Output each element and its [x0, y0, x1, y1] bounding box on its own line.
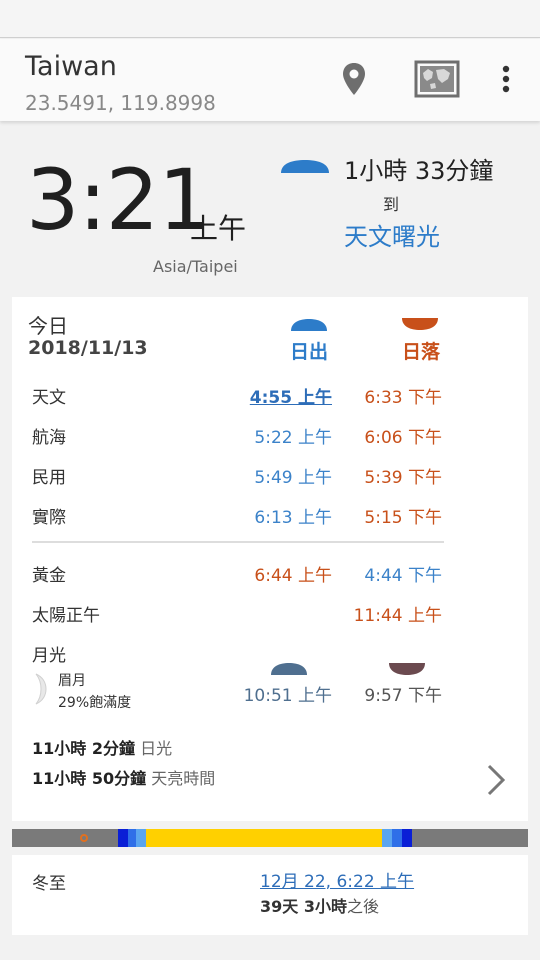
light-label: 天亮時間 [151, 769, 216, 788]
moonrise-time: 10:51 上午 [243, 686, 332, 706]
timeline-nautical-am [128, 829, 136, 847]
golden-evening-time: 4:44 下午 [364, 566, 442, 586]
season-countdown: 39天 3小時之後 [260, 893, 379, 917]
more-vert-icon[interactable] [498, 61, 514, 101]
chevron-right-icon[interactable] [485, 763, 507, 801]
astronomical-label: 天文 [32, 388, 66, 408]
timeline-astronomical-am [118, 829, 128, 847]
timeline-civil-pm [382, 829, 392, 847]
section-divider [32, 541, 444, 543]
moon-phase-name: 眉月 [58, 673, 86, 689]
actual-set-time: 5:15 下午 [364, 508, 442, 528]
map-icon[interactable] [414, 59, 460, 103]
astronomical-rise-time[interactable]: 4:55 上午 [212, 383, 332, 408]
light-length: 11小時 50分鐘 天亮時間 [32, 765, 215, 789]
next-season-card: 冬至 12月 22, 6:22 上午 39天 3小時之後 [12, 855, 528, 935]
sunrise-column-header: 日出 [290, 341, 329, 363]
today-label: 今日 [28, 314, 68, 338]
season-date[interactable]: 12月 22, 6:22 上午 [260, 867, 414, 892]
moon-illumination: 29%飽滿度 [58, 695, 132, 711]
season-label: 冬至 [32, 874, 66, 894]
sunset-icon [401, 316, 439, 335]
civil-set-time: 5:39 下午 [364, 468, 442, 488]
timeline-civil-am [136, 829, 146, 847]
countdown-to-label: 到 [383, 195, 400, 214]
sunrise-icon [290, 317, 328, 336]
sunrise-dome-icon [280, 159, 330, 179]
current-ampm: 上午 [190, 212, 247, 245]
moonset-icon [388, 661, 426, 680]
timeline-daylight [146, 829, 382, 847]
actual-rise-time: 6:13 上午 [254, 508, 332, 528]
moonset-time: 9:57 下午 [364, 686, 442, 706]
nautical-rise-time: 5:22 上午 [254, 428, 332, 448]
solar-noon-time: 11:44 上午 [353, 606, 442, 626]
daylight-label: 日光 [140, 739, 173, 758]
timeline-nautical-pm [392, 829, 402, 847]
daylight-length: 11小時 2分鐘 日光 [32, 735, 172, 759]
timezone-label: Asia/Taipei [153, 257, 238, 276]
solar-noon-label: 太陽正午 [32, 606, 100, 626]
day-timeline-bar [12, 829, 528, 847]
current-time-panel: 3:21 上午 Asia/Taipei 1小時 33分鐘 到 天文曙光 [0, 121, 540, 291]
current-time: 3:21 [26, 151, 212, 249]
nautical-set-time: 6:06 下午 [364, 428, 442, 448]
moon-phase-icon [34, 673, 48, 709]
season-suffix: 之後 [346, 897, 379, 916]
location-coordinates: 23.5491, 119.8998 [25, 91, 216, 115]
timeline-now-marker [80, 834, 88, 842]
moon-label: 月光 [32, 646, 66, 666]
countdown-duration: 1小時 33分鐘 [344, 157, 494, 185]
today-card: 今日 2018/11/13 日出 日落 天文 4:55 上午 6:33 下午 航… [12, 297, 528, 821]
season-remaining: 39天 3小時 [260, 897, 347, 916]
location-title: Taiwan [25, 51, 117, 82]
civil-rise-time: 5:49 上午 [254, 468, 332, 488]
status-bar [0, 0, 540, 38]
golden-morning-time: 6:44 上午 [254, 566, 332, 586]
next-event-name[interactable]: 天文曙光 [344, 217, 440, 252]
light-duration: 11小時 50分鐘 [32, 769, 147, 788]
golden-hour-label: 黃金 [32, 566, 66, 586]
actual-label: 實際 [32, 508, 66, 528]
civil-label: 民用 [32, 468, 66, 488]
astronomical-set-time: 6:33 下午 [364, 388, 442, 408]
today-date: 2018/11/13 [28, 337, 148, 359]
sunset-column-header: 日落 [402, 341, 441, 363]
location-pin-icon[interactable] [340, 61, 368, 101]
moonrise-icon [270, 661, 308, 680]
app-bar: Taiwan 23.5491, 119.8998 [0, 39, 540, 121]
nautical-label: 航海 [32, 428, 66, 448]
daylight-duration: 11小時 2分鐘 [32, 739, 135, 758]
timeline-astronomical-pm [402, 829, 412, 847]
